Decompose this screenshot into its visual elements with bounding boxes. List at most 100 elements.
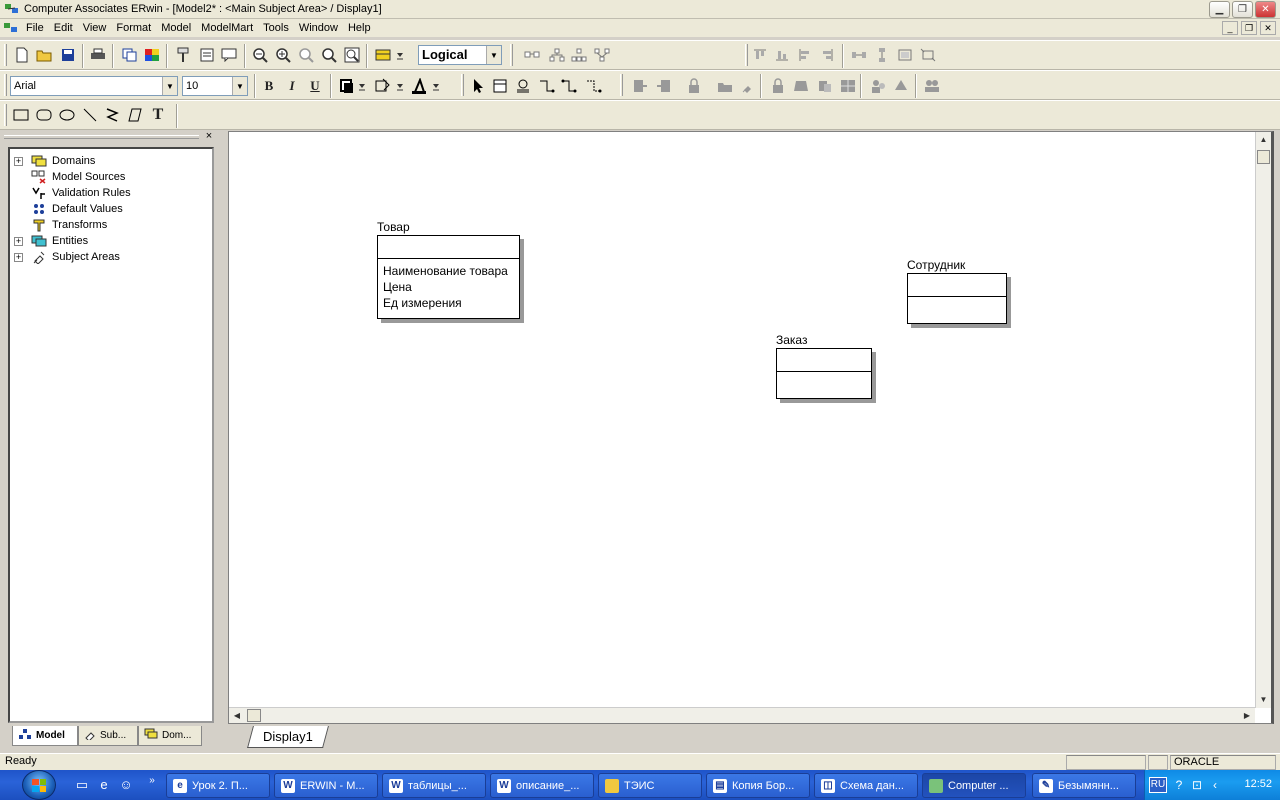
show-desktop-icon[interactable]: ▭ <box>74 777 90 793</box>
task-button[interactable]: ◫ Схема дан... <box>814 773 918 798</box>
print-icon[interactable] <box>88 45 108 65</box>
modelmart-people-icon[interactable] <box>922 76 942 96</box>
minimize-button[interactable]: ▁ <box>1209 1 1230 18</box>
polyline-tool-icon[interactable] <box>102 105 122 125</box>
category-tool-icon[interactable] <box>513 76 533 96</box>
task-button[interactable]: Wтаблицы_... <box>382 773 486 798</box>
zoom-out-icon[interactable] <box>250 45 270 65</box>
text-tool-button[interactable]: T <box>148 105 168 125</box>
entity-tool-icon[interactable] <box>490 76 510 96</box>
entity-box[interactable] <box>907 273 1007 324</box>
toolbar-grip[interactable] <box>4 44 7 66</box>
modelmart-save-icon[interactable] <box>791 76 811 96</box>
task-button[interactable]: ТЭИС <box>598 773 702 798</box>
expand-icon[interactable]: + <box>14 156 23 166</box>
bold-button[interactable]: B <box>259 76 279 96</box>
display-level-icon[interactable] <box>373 45 393 65</box>
select-pointer-icon[interactable] <box>468 76 488 96</box>
font-color-icon[interactable] <box>409 76 429 96</box>
align-top-icon[interactable] <box>750 45 770 65</box>
task-button[interactable]: e Урок 2. П... <box>166 773 270 798</box>
chevron-down-icon[interactable]: ▼ <box>486 46 501 64</box>
tab-model[interactable]: Model <box>12 726 78 746</box>
font-color-dropdown-icon[interactable] <box>430 76 442 96</box>
modelmart-connect-icon[interactable] <box>630 76 650 96</box>
close-panel-icon[interactable]: × <box>203 131 215 143</box>
zoom-normal-icon[interactable] <box>319 45 339 65</box>
lock-icon[interactable] <box>684 76 704 96</box>
tree-item-model-sources[interactable]: Model Sources <box>10 169 125 185</box>
modelmart-pin-icon[interactable] <box>738 76 758 96</box>
zoom-in-icon[interactable] <box>273 45 293 65</box>
color-font-icon[interactable] <box>142 45 162 65</box>
modelmart-library-icon[interactable] <box>891 76 911 96</box>
scroll-up-icon[interactable]: ▲ <box>1256 132 1271 148</box>
chevron-down-icon[interactable]: ▼ <box>232 77 247 95</box>
tree-item-subject-areas[interactable]: + Subject Areas <box>10 249 120 265</box>
fill-color-icon[interactable] <box>337 76 357 96</box>
internet-explorer-icon[interactable]: e <box>96 777 112 793</box>
chevron-down-icon[interactable]: ▼ <box>162 77 177 95</box>
scroll-down-icon[interactable]: ▼ <box>1256 692 1271 708</box>
help-icon[interactable]: ? <box>1171 777 1187 793</box>
menu-format[interactable]: Format <box>111 19 156 37</box>
vertical-scroll-thumb[interactable] <box>1257 150 1270 164</box>
view-mode-select[interactable]: Logical ▼ <box>418 45 502 65</box>
tree-item-domains[interactable]: + Domains <box>10 153 95 169</box>
modelmart-grid-icon[interactable] <box>838 76 858 96</box>
horizontal-scrollbar[interactable]: ◀ ▶ <box>229 707 1255 723</box>
scroll-right-icon[interactable]: ▶ <box>1239 708 1255 723</box>
tree-item-transforms[interactable]: Transforms <box>10 217 107 233</box>
same-size-icon[interactable] <box>895 45 915 65</box>
format-painter-icon[interactable] <box>173 45 193 65</box>
entity-key-area[interactable] <box>777 349 871 372</box>
task-button-active[interactable]: Computer ... <box>922 773 1026 798</box>
new-file-icon[interactable] <box>12 45 32 65</box>
tree-item-default-values[interactable]: Default Values <box>10 201 123 217</box>
zoom-all-icon[interactable] <box>342 45 362 65</box>
identifying-relationship-icon[interactable] <box>537 76 557 96</box>
menu-help[interactable]: Help <box>343 19 376 37</box>
entity-box[interactable]: Наименование товара Цена Ед измерения <box>377 235 520 319</box>
tray-expand-icon[interactable]: ‹ <box>1207 777 1223 793</box>
menu-tools[interactable]: Tools <box>258 19 294 37</box>
doc-minimize-button[interactable]: _ <box>1222 21 1238 35</box>
network-layout-icon[interactable] <box>592 45 612 65</box>
pen-color-dropdown-icon[interactable] <box>394 76 406 96</box>
rectangle-tool-icon[interactable] <box>11 105 31 125</box>
tree-item-entities[interactable]: + Entities <box>10 233 88 249</box>
document-icon[interactable] <box>3 21 19 35</box>
menu-view[interactable]: View <box>78 19 112 37</box>
modelmart-users-icon[interactable] <box>868 76 888 96</box>
task-button[interactable]: Wописание_... <box>490 773 594 798</box>
relationship-icon[interactable] <box>522 45 542 65</box>
tab-subject-areas[interactable]: Sub... <box>78 726 138 746</box>
language-indicator[interactable]: RU <box>1149 777 1167 793</box>
display-level-dropdown-icon[interactable] <box>393 45 407 65</box>
copy-model-icon[interactable] <box>120 45 140 65</box>
vertical-scrollbar[interactable]: ▲ ▼ <box>1255 132 1271 708</box>
many-to-many-icon[interactable] <box>559 76 579 96</box>
save-icon[interactable] <box>58 45 78 65</box>
entity-key-area[interactable] <box>908 274 1006 297</box>
expand-icon[interactable]: + <box>14 252 23 262</box>
scroll-left-icon[interactable]: ◀ <box>229 708 245 723</box>
doc-close-button[interactable]: ✕ <box>1260 21 1276 35</box>
fill-color-dropdown-icon[interactable] <box>356 76 368 96</box>
tab-display1[interactable]: Display1 <box>247 726 329 748</box>
entity-attribute[interactable]: Наименование товара <box>378 263 519 279</box>
task-button[interactable]: W ERWIN - M... <box>274 773 378 798</box>
resize-icon[interactable] <box>918 45 938 65</box>
report-icon[interactable] <box>197 45 217 65</box>
panel-grip[interactable] <box>4 135 199 139</box>
horizontal-scroll-thumb[interactable] <box>247 709 261 722</box>
entity-key-area[interactable] <box>378 236 519 259</box>
zoom-fit-icon[interactable] <box>296 45 316 65</box>
line-tool-icon[interactable] <box>80 105 100 125</box>
font-size-select[interactable]: 10 ▼ <box>182 76 248 96</box>
tree-item-validation-rules[interactable]: Validation Rules <box>10 185 131 201</box>
tree-layout-icon[interactable] <box>569 45 589 65</box>
modelmart-disconnect-icon[interactable] <box>654 76 674 96</box>
quicklaunch-more-icon[interactable]: » <box>144 773 160 789</box>
doc-restore-button[interactable]: ❐ <box>1241 21 1257 35</box>
